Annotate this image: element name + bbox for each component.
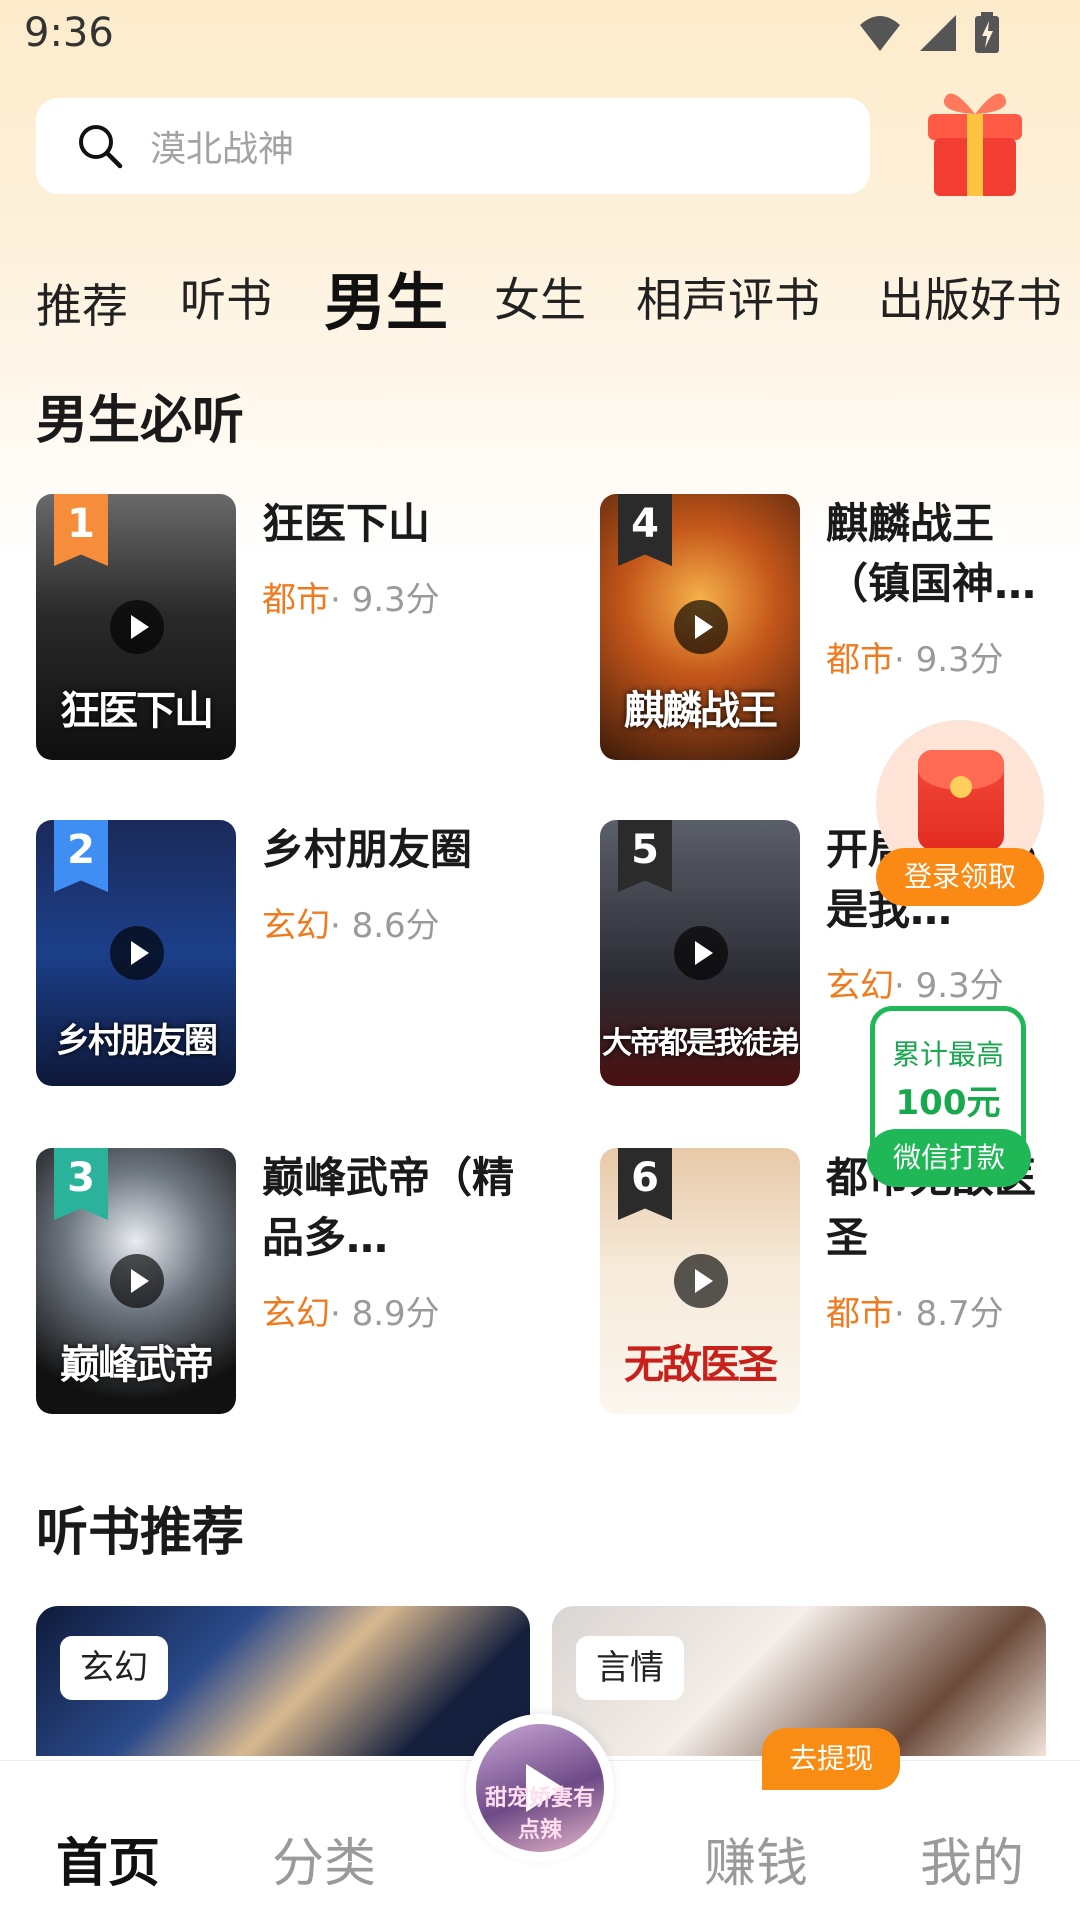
- book-meta: 玄幻· 9.3分: [826, 958, 1004, 1007]
- rank-badge: 3: [54, 1148, 108, 1220]
- book-meta: 玄幻· 8.6分: [262, 898, 440, 947]
- book-cover[interactable]: 1 狂医下山: [36, 494, 236, 760]
- login-reward-widget[interactable]: 登录领取: [876, 720, 1046, 930]
- cash-amount: 100元: [895, 1083, 1001, 1123]
- signal-icon: [920, 15, 956, 51]
- book-genre: 都市: [262, 580, 330, 620]
- wechat-cash-widget[interactable]: 累计最高 100元 微信打款: [867, 1006, 1031, 1187]
- wechat-pay-button[interactable]: 微信打款: [867, 1129, 1031, 1187]
- now-playing-cover: 甜宠娇妻有点辣: [476, 1724, 604, 1852]
- book-title[interactable]: 巅峰武帝（精品多…: [262, 1148, 552, 1268]
- section-title-male-must: 男生必听: [36, 391, 245, 451]
- book-item[interactable]: 6 无敌医圣 都市无敌医圣 都市· 8.7分: [600, 1148, 1080, 1418]
- tab-female[interactable]: 女生: [494, 264, 586, 330]
- cover-title: 无敌医圣: [624, 1342, 778, 1388]
- book-title[interactable]: 狂医下山: [262, 494, 552, 554]
- book-title[interactable]: 乡村朋友圈: [262, 820, 552, 880]
- tab-recommend[interactable]: 推荐: [36, 270, 128, 336]
- book-cover[interactable]: 5 大帝都是我徒弟: [600, 820, 800, 1086]
- tab-published[interactable]: 出版好书: [878, 264, 1062, 330]
- search-input[interactable]: 漠北战神: [36, 98, 870, 194]
- search-placeholder: 漠北战神: [150, 129, 295, 170]
- book-cover[interactable]: 6 无敌医圣: [600, 1148, 800, 1414]
- rank-badge: 2: [54, 820, 108, 892]
- section-title-recommend: 听书推荐: [36, 1503, 245, 1563]
- rank-badge: 5: [618, 820, 672, 892]
- book-item[interactable]: 1 狂医下山 狂医下山 都市· 9.3分: [36, 494, 556, 764]
- recommend-card[interactable]: 玄幻: [36, 1606, 530, 1756]
- cover-title: 大帝都是我徒弟: [602, 1026, 800, 1061]
- status-time: 9:36: [24, 10, 114, 56]
- book-item[interactable]: 3 巅峰武帝 巅峰武帝（精品多… 玄幻· 8.9分: [36, 1148, 556, 1418]
- withdraw-badge[interactable]: 去提现: [762, 1728, 900, 1790]
- play-icon[interactable]: [674, 1254, 728, 1308]
- red-envelope-icon: [918, 750, 1004, 850]
- play-icon[interactable]: [110, 600, 164, 654]
- nav-earn[interactable]: 赚钱: [676, 1821, 836, 1896]
- book-score: · 8.7分: [894, 1294, 1004, 1334]
- book-score: · 8.6分: [330, 906, 440, 946]
- play-icon[interactable]: [110, 1254, 164, 1308]
- book-genre: 玄幻: [826, 966, 894, 1006]
- cover-title: 狂医下山: [60, 688, 214, 734]
- tab-male[interactable]: 男生: [324, 252, 448, 342]
- category-tabs: 推荐 听书 男生 女生 相声评书 出版好书: [0, 250, 1080, 350]
- book-score: · 9.3分: [894, 640, 1004, 680]
- wifi-icon: [860, 16, 900, 51]
- play-icon[interactable]: [674, 926, 728, 980]
- search-icon: [79, 125, 123, 169]
- genre-tag: 言情: [576, 1636, 684, 1700]
- nav-home[interactable]: 首页: [28, 1821, 188, 1896]
- rank-badge: 4: [618, 494, 672, 566]
- book-score: · 8.9分: [330, 1294, 440, 1334]
- cover-title: 乡村朋友圈: [56, 1021, 218, 1061]
- status-icons: [858, 12, 1000, 54]
- cover-title: 麒麟战王: [624, 688, 778, 734]
- tab-audiobook[interactable]: 听书: [180, 264, 272, 330]
- now-playing-title: 甜宠娇妻有点辣: [484, 1786, 595, 1843]
- book-cover[interactable]: 4 麒麟战王: [600, 494, 800, 760]
- nav-mine[interactable]: 我的: [892, 1821, 1052, 1896]
- nav-category[interactable]: 分类: [244, 1821, 404, 1896]
- cash-max-label: 累计最高: [891, 1038, 1004, 1071]
- book-genre: 玄幻: [262, 1294, 330, 1334]
- book-genre: 都市: [826, 640, 894, 680]
- tab-crosstalk[interactable]: 相声评书: [636, 264, 820, 330]
- battery-icon: [975, 12, 999, 53]
- book-title[interactable]: 麒麟战王（镇国神…: [826, 494, 1066, 614]
- gift-icon[interactable]: [920, 86, 1030, 198]
- book-meta: 都市· 8.7分: [826, 1286, 1004, 1335]
- book-cover[interactable]: 3 巅峰武帝: [36, 1148, 236, 1414]
- book-score: · 9.3分: [330, 580, 440, 620]
- now-playing-button[interactable]: 甜宠娇妻有点辣: [466, 1714, 614, 1862]
- book-score: · 9.3分: [894, 966, 1004, 1006]
- book-cover[interactable]: 2 乡村朋友圈: [36, 820, 236, 1086]
- login-reward-button[interactable]: 登录领取: [876, 848, 1044, 906]
- cover-title: 巅峰武帝: [60, 1342, 214, 1388]
- rank-badge: 6: [618, 1148, 672, 1220]
- book-genre: 玄幻: [262, 906, 330, 946]
- book-item[interactable]: 2 乡村朋友圈 乡村朋友圈 玄幻· 8.6分: [36, 820, 556, 1090]
- genre-tag: 玄幻: [60, 1636, 168, 1700]
- book-meta: 都市· 9.3分: [826, 632, 1004, 681]
- book-genre: 都市: [826, 1294, 894, 1334]
- book-meta: 玄幻· 8.9分: [262, 1286, 440, 1335]
- play-icon[interactable]: [674, 600, 728, 654]
- status-bar: 9:36: [0, 0, 1080, 72]
- play-icon[interactable]: [110, 926, 164, 980]
- rank-badge: 1: [54, 494, 108, 566]
- book-meta: 都市· 9.3分: [262, 572, 440, 621]
